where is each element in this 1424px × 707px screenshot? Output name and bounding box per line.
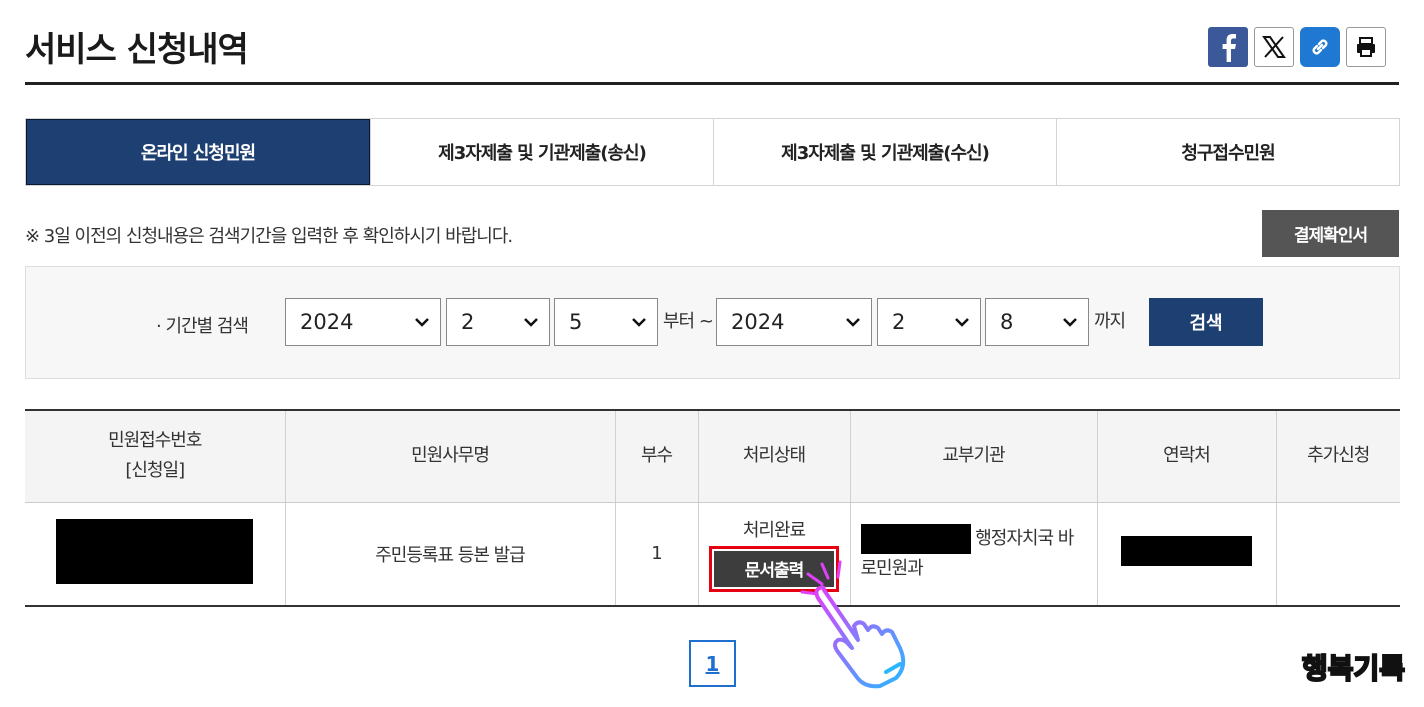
to-year-value: 2024 [731,310,785,334]
office-name-line1: 행정자치국 바 [975,527,1074,549]
additional-request-cell [1275,502,1400,606]
payment-confirmation-button[interactable]: 결제확인서 [1262,210,1399,257]
chevron-down-icon [415,318,429,327]
to-suffix: 까지 [1094,311,1126,332]
x-icon [1262,36,1286,58]
application-table: 민원접수번호 [신청일] 민원사무명 부수 처리상태 교부기관 연락처 추가신청 … [25,409,1400,607]
page-1-link[interactable]: 1 [689,640,736,687]
header-status: 처리상태 [697,410,850,503]
copy-link-button[interactable] [1300,27,1340,67]
receipt-number-cell [25,502,285,606]
redacted-block [1121,536,1252,567]
tab-bar: 온라인 신청민원 제3자제출 및 기관제출(송신) 제3자제출 및 기관제출(수… [25,118,1400,186]
chevron-down-icon [955,318,969,327]
facebook-icon [1222,34,1236,62]
from-day-value: 5 [569,310,583,334]
pointing-hand-icon [800,560,906,689]
chevron-down-icon [1063,318,1077,327]
share-toolbar [1208,27,1386,67]
watermark-logo: 행복기록 [1301,651,1406,686]
print-button[interactable] [1346,27,1386,67]
redacted-block [56,518,254,584]
header-additional-request: 추가신청 [1275,410,1400,503]
chevron-down-icon [632,318,646,327]
contact-cell [1096,502,1276,606]
from-year-select[interactable]: 2024 [285,298,441,346]
tab-claim-receipt[interactable]: 청구접수민원 [1056,119,1399,185]
period-notice: ※ 3일 이전의 신청내용은 검색기간을 입력한 후 확인하시기 바랍니다. [25,226,513,247]
search-panel: · 기간별 검색 2024 2 5 부터 ~ 2024 2 8 까지 검색 [25,266,1400,379]
to-day-select[interactable]: 8 [985,298,1089,346]
table-header-row: 민원접수번호 [신청일] 민원사무명 부수 처리상태 교부기관 연락처 추가신청 [25,410,1400,503]
facebook-share-button[interactable] [1208,27,1248,67]
print-icon [1357,37,1375,57]
svg-text:행복기록: 행복기록 [1302,652,1405,685]
title-divider [25,82,1399,85]
from-month-select[interactable]: 2 [446,298,550,346]
table-row: 주민등록표 등본 발급 1 처리완료 문서출력 행정자치국 바 로민원과 [25,502,1400,606]
header-issuing-office: 교부기관 [849,410,1097,503]
header-receipt-number: 민원접수번호 [신청일] [25,410,285,503]
to-month-select[interactable]: 2 [877,298,981,346]
header-contact: 연락처 [1096,410,1276,503]
search-label: · 기간별 검색 [156,316,249,337]
service-name-cell: 주민등록표 등본 발급 [284,502,615,606]
to-day-value: 8 [1000,310,1014,334]
from-day-select[interactable]: 5 [554,298,658,346]
from-month-value: 2 [461,310,475,334]
from-year-value: 2024 [300,310,354,334]
link-icon [1312,39,1328,55]
x-share-button[interactable] [1254,27,1294,67]
chevron-down-icon [524,318,538,327]
to-month-value: 2 [892,310,906,334]
search-button[interactable]: 검색 [1149,298,1263,346]
page-title: 서비스 신청내역 [25,30,249,70]
copies-cell: 1 [614,502,698,606]
header-copies: 부수 [614,410,698,503]
tab-online-application[interactable]: 온라인 신청민원 [26,119,370,185]
chevron-down-icon [846,318,860,327]
from-suffix: 부터 ~ [663,311,714,332]
redacted-block [860,523,971,554]
header-service-name: 민원사무명 [284,410,615,503]
status-text: 처리완료 [742,519,806,541]
tab-third-party-sent[interactable]: 제3자제출 및 기관제출(송신) [370,119,713,185]
to-year-select[interactable]: 2024 [716,298,872,346]
tab-third-party-received[interactable]: 제3자제출 및 기관제출(수신) [713,119,1056,185]
